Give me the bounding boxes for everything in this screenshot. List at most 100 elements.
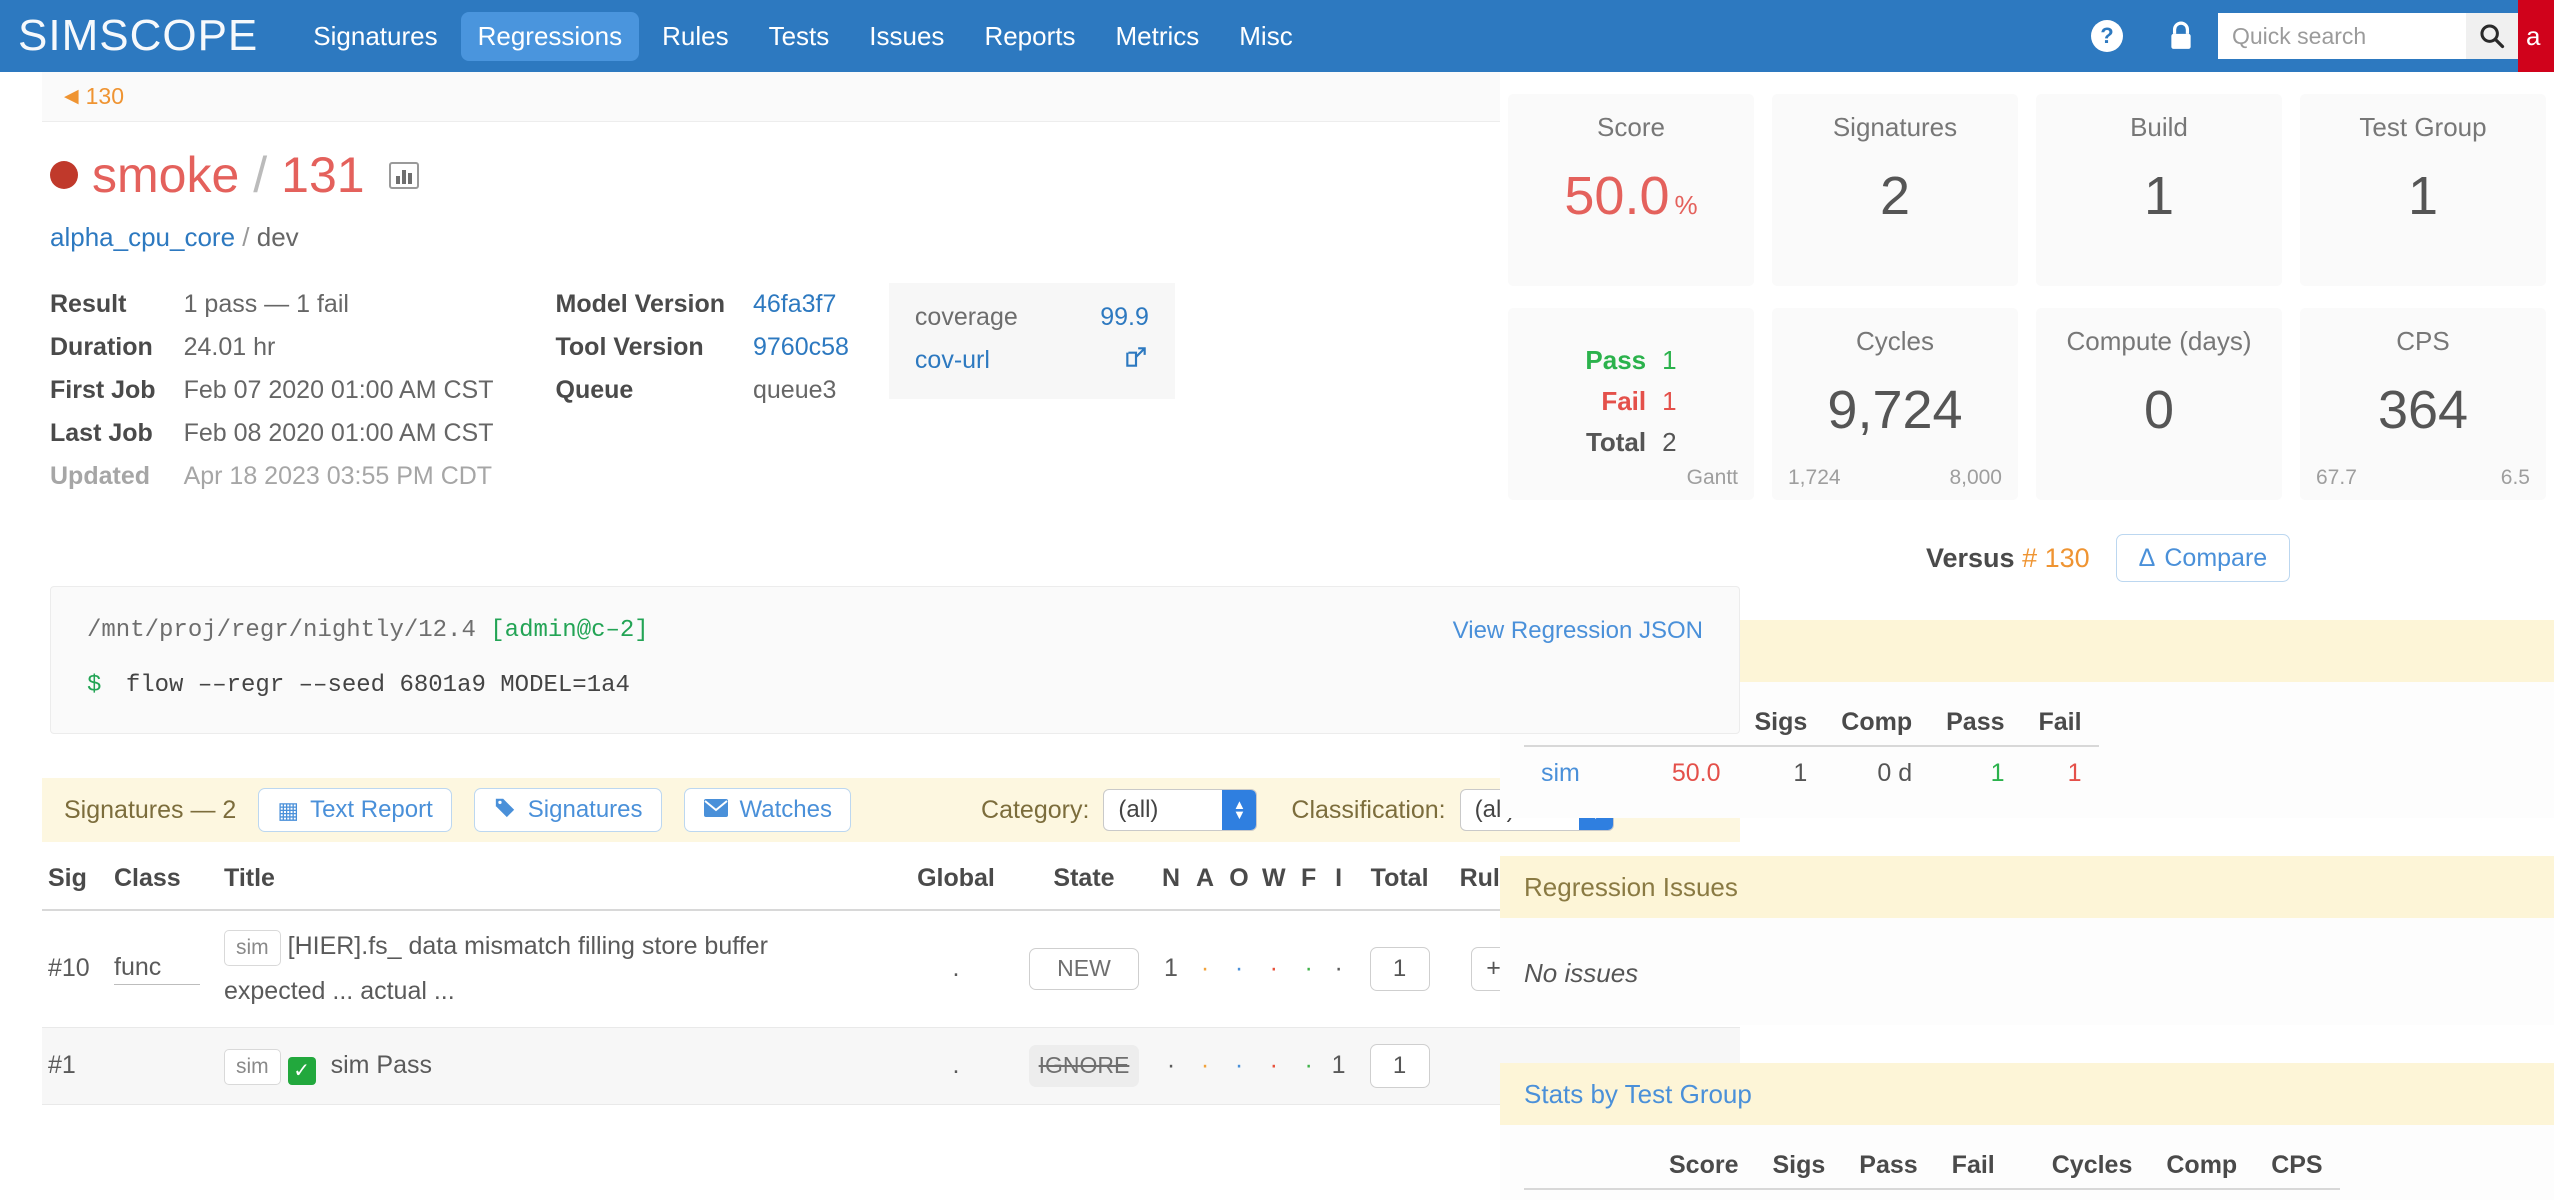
help-icon[interactable]: ? (2070, 0, 2144, 72)
table-row[interactable]: sim 50.0 1 0 d 1 1 (1524, 746, 2099, 800)
prev-arrow-icon[interactable]: ◀ (64, 85, 79, 108)
col-cycles[interactable]: Cycles (2011, 1143, 2150, 1190)
col-total[interactable]: Total (1351, 842, 1448, 911)
cycles-card[interactable]: Cycles 9,724 1,724 8,000 (1772, 308, 2018, 500)
col-w[interactable]: W (1256, 842, 1292, 911)
previous-regression-link[interactable]: 130 (86, 83, 124, 110)
category-name[interactable]: sim (1524, 746, 1634, 800)
category-score: 50.0 (1671, 759, 1721, 787)
table-row[interactable]: #10 func sim [HIER].fs_ data mismatch fi… (42, 910, 1740, 1028)
col-pass[interactable]: Pass (1929, 700, 2022, 747)
regression-number[interactable]: 131 (281, 146, 364, 204)
col-cps[interactable]: CPS (2254, 1143, 2340, 1190)
col-sigs[interactable]: Sigs (1737, 700, 1825, 747)
search-icon[interactable] (2466, 13, 2518, 59)
row-title-text[interactable]: [HIER].fs_ data mismatch filling store b… (288, 932, 768, 960)
signatures-card[interactable]: Signatures 2 (1772, 94, 2018, 286)
state-badge[interactable]: NEW (1029, 947, 1139, 990)
row-class[interactable] (108, 1027, 218, 1105)
text-report-button[interactable]: ▦ Text Report (258, 788, 452, 832)
row-class-value[interactable]: func (114, 953, 200, 985)
col-pass[interactable]: Pass (1842, 1143, 1935, 1190)
meta-value: Apr 18 2023 03:55 PM CDT (183, 462, 493, 490)
meta-key: Updated (50, 462, 150, 490)
col-a[interactable]: A (1188, 842, 1222, 911)
category-filter-label: Category: (981, 795, 1090, 824)
coverage-box: coverage 99.9 cov-url (888, 283, 1175, 399)
row-sig[interactable]: #1 (42, 1027, 108, 1105)
category-chip[interactable]: sim (224, 930, 281, 966)
total-box[interactable]: 1 (1369, 946, 1430, 991)
nav-item-signatures[interactable]: Signatures (296, 12, 454, 61)
nav-item-metrics[interactable]: Metrics (1098, 12, 1216, 61)
col-f[interactable]: F (1291, 842, 1326, 911)
nav-item-reports[interactable]: Reports (967, 12, 1092, 61)
col-class[interactable]: Class (108, 842, 218, 911)
fail-row: Fail 1 (1577, 381, 1684, 422)
meta-value: 24.01 hr (183, 333, 276, 361)
tool-version-link[interactable]: 9760c58 (753, 326, 849, 369)
external-link-icon[interactable] (1123, 344, 1149, 377)
regression-name[interactable]: smoke (92, 146, 239, 204)
bar-chart-icon[interactable] (388, 161, 419, 189)
nav-item-misc[interactable]: Misc (1222, 12, 1309, 61)
card-title: Cycles (1855, 326, 1934, 356)
score-card[interactable]: Score 50.0% (1508, 94, 1754, 286)
signatures-button[interactable]: Signatures (473, 788, 662, 832)
versus-number[interactable]: # 130 (2022, 543, 2090, 573)
row-n: 1 (1154, 910, 1188, 1028)
col-title[interactable]: Title (218, 842, 898, 911)
console-user: [admin@c–2] (490, 617, 649, 644)
console-path: /mnt/proj/regr/nightly/12.4 (87, 617, 476, 644)
watches-button[interactable]: Watches (683, 788, 852, 832)
col-comp[interactable]: Comp (1824, 700, 1930, 747)
col-i[interactable]: I (1325, 842, 1352, 911)
row-sig[interactable]: #10 (42, 910, 108, 1028)
row-title-text[interactable]: sim Pass (331, 1051, 432, 1079)
compare-button[interactable]: Δ Compare (2115, 534, 2291, 582)
build-card[interactable]: Build 1 (2036, 94, 2282, 286)
lock-icon[interactable] (2144, 0, 2218, 72)
nav-item-tests[interactable]: Tests (752, 12, 847, 61)
quick-search[interactable] (2218, 13, 2518, 59)
col-fail[interactable]: Fail (1934, 1143, 2012, 1190)
fail-label: Fail (1601, 386, 1647, 416)
nav-item-regressions[interactable]: Regressions (460, 11, 640, 61)
category-select[interactable]: (all) ▲ ▼ (1103, 789, 1258, 831)
col-o[interactable]: O (1222, 842, 1256, 911)
meta-row-queue: Queue queue3 (556, 369, 849, 412)
app-logo[interactable]: SIMSCOPE (18, 11, 258, 61)
state-badge[interactable]: IGNORE (1029, 1044, 1139, 1087)
col-state[interactable]: State (1014, 842, 1154, 911)
compute-card[interactable]: Compute (days) 0 (2036, 308, 2282, 500)
category-chip[interactable]: sim (224, 1049, 281, 1086)
row-total: 1 (1351, 1027, 1448, 1105)
pass-fail-card[interactable]: Pass 1 Fail 1 Total 2 Gantt (1508, 308, 1754, 500)
gantt-link[interactable]: Gantt (1687, 466, 1738, 490)
metadata-area: Result 1 pass — 1 fail Duration 24.01 hr… (50, 283, 1500, 498)
user-avatar[interactable]: a (2518, 0, 2554, 72)
cps-card[interactable]: CPS 364 67.7 6.5 (2300, 308, 2546, 500)
card-value: 364 (2377, 380, 2469, 440)
project-link[interactable]: alpha_cpu_core (50, 222, 235, 252)
table-row[interactable]: #1 sim ✓ sim Pass . IGNORE · · · · · 1 1 (42, 1027, 1740, 1105)
nav-item-rules[interactable]: Rules (645, 12, 745, 61)
signatures-table-body: #10 func sim [HIER].fs_ data mismatch fi… (42, 910, 1740, 1105)
total-box[interactable]: 1 (1369, 1043, 1430, 1088)
col-score[interactable]: Score (1652, 1143, 1756, 1190)
test-group-card[interactable]: Test Group 1 (2300, 94, 2546, 286)
view-regression-json-link[interactable]: View Regression JSON (1453, 617, 1703, 645)
nav-item-issues[interactable]: Issues (852, 12, 961, 61)
coverage-value[interactable]: 99.9 (1100, 303, 1149, 332)
col-sigs[interactable]: Sigs (1755, 1143, 1843, 1190)
col-fail[interactable]: Fail (2021, 700, 2099, 747)
col-sig[interactable]: Sig (42, 842, 108, 911)
model-version-link[interactable]: 46fa3f7 (753, 283, 849, 326)
cov-url-link[interactable]: cov-url (915, 346, 990, 375)
col-n[interactable]: N (1154, 842, 1188, 911)
col-comp[interactable]: Comp (2149, 1143, 2255, 1190)
search-input[interactable] (2218, 14, 2466, 58)
col-global[interactable]: Global (898, 842, 1014, 911)
stats-by-test-group-title[interactable]: Stats by Test Group (1500, 1063, 2554, 1125)
coverage-row: coverage 99.9 (915, 297, 1149, 338)
